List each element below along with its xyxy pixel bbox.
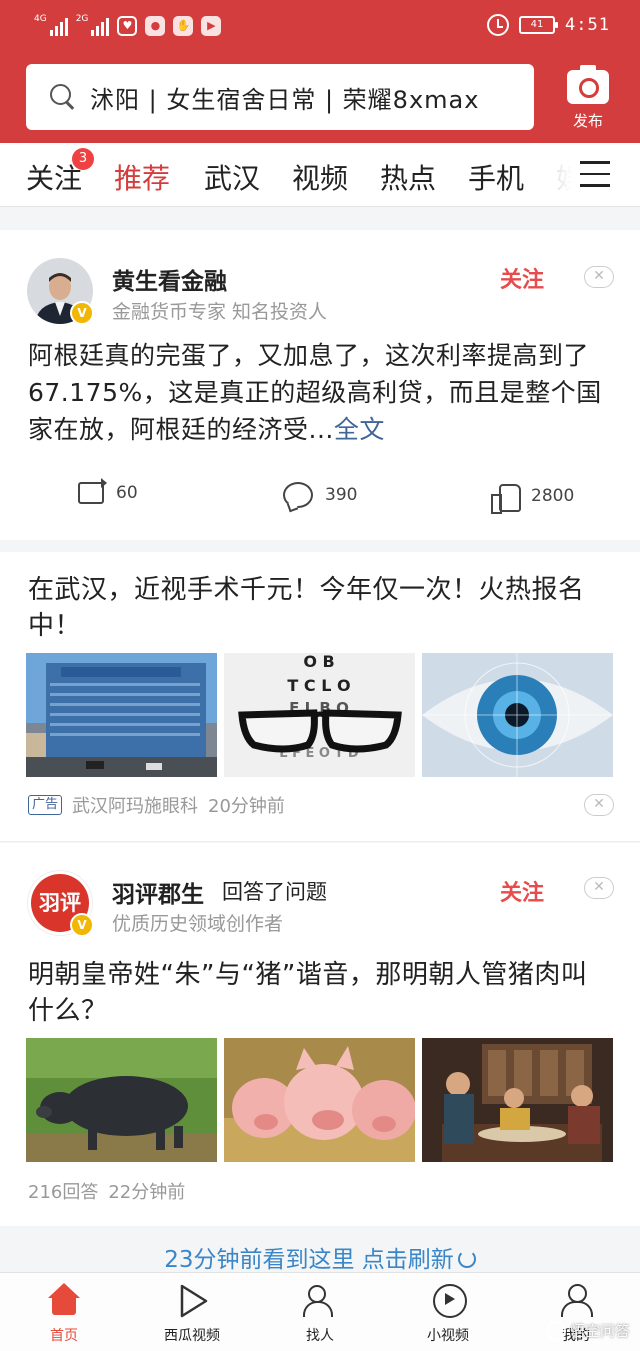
nav-label: 小视频 [427, 1328, 469, 1344]
piglets-image[interactable] [224, 1038, 415, 1162]
author-subtitle: 金融货币专家 知名投资人 [112, 301, 328, 323]
svg-text:O B: O B [303, 653, 334, 671]
ad-source[interactable]: 武汉阿玛施眼科 [72, 792, 198, 818]
profile-icon [558, 1283, 594, 1319]
follow-count-badge: 3 [72, 148, 94, 170]
author-subtitle: 优质历史领域创作者 [112, 913, 284, 935]
network-label-1: 4G [34, 14, 47, 24]
menu-icon[interactable] [580, 161, 612, 187]
tab-hot[interactable]: 热点 [380, 157, 436, 197]
feed-post-2[interactable]: 羽评 V 羽评郡生 回答了问题 优质历史领域创作者 关注 ✕ 明朝皇帝姓“朱”与… [0, 843, 640, 1226]
bottom-nav: 首页 西瓜视频 找人 小视频 我的 [0, 1272, 640, 1351]
post-body: 阿根廷真的完蛋了，又加息了，这次利率提高到了67.175%，这是真正的超级高利贷… [28, 341, 602, 444]
ad-time: 20分钟前 [208, 796, 285, 817]
read-more-link[interactable]: 全文 [334, 415, 385, 444]
nav-home[interactable]: 首页 [9, 1273, 119, 1351]
like-button[interactable]: 2800 [491, 482, 575, 514]
feed-ad[interactable]: 在武汉，近视手术千元！今年仅一次！火热报名中！ O B T C L O E L … [0, 552, 640, 842]
battery-level: 41 [530, 19, 544, 30]
nav-find-people[interactable]: 找人 [265, 1273, 375, 1351]
repost-button[interactable]: 60 [78, 478, 138, 504]
network-label-2: 2G [75, 14, 89, 24]
publish-button[interactable]: 发布 [560, 65, 616, 132]
like-count: 2800 [531, 486, 575, 506]
signal-icon: 4G [34, 14, 68, 36]
eye-chart-glasses-image[interactable]: O B T C L O E L B O L F E O T D [224, 653, 415, 777]
answer-count: 216回答 [28, 1182, 99, 1203]
verified-icon: V [70, 913, 94, 937]
tab-wuhan[interactable]: 武汉 [204, 157, 260, 197]
short-video-icon [430, 1283, 467, 1319]
tab-phone[interactable]: 手机 [468, 157, 524, 197]
watermark: 悟空问答 [545, 1320, 630, 1341]
verified-icon: V [70, 301, 94, 325]
repost-count: 60 [116, 483, 138, 503]
ad-images: O B T C L O E L B O L F E O T D [26, 653, 614, 777]
search-query: 沭阳 | 女生宿舍日常 | 荣耀8xmax [90, 85, 480, 114]
comment-icon [283, 482, 313, 508]
post-actions: 60 390 2800 [0, 478, 640, 522]
tab-video[interactable]: 视频 [292, 157, 348, 197]
comment-button[interactable]: 390 [283, 482, 357, 508]
nav-short-video[interactable]: 小视频 [393, 1273, 503, 1351]
battery-icon: 41 [519, 16, 559, 34]
home-icon [46, 1283, 82, 1319]
comment-count: 390 [325, 485, 358, 505]
channel-tabs: 关注 推荐 武汉 视频 热点 手机 娱 [0, 143, 640, 207]
dismiss-icon[interactable]: ✕ [584, 877, 614, 899]
refresh-icon [457, 1250, 476, 1268]
hand-notification-icon: ✋ [173, 16, 194, 36]
repost-icon [78, 478, 107, 504]
people-icon [302, 1283, 338, 1319]
question-time: 22分钟前 [108, 1182, 186, 1203]
play-icon [174, 1283, 210, 1319]
tab-recommend[interactable]: 推荐 [114, 157, 170, 197]
author-action: 回答了问题 [222, 880, 327, 904]
wukong-logo-icon [545, 1320, 566, 1341]
signal-icon-2: 2G [76, 14, 110, 36]
thumbs-up-icon [491, 482, 521, 514]
svg-text:T C L O: T C L O [287, 676, 350, 695]
ming-dynasty-scene-image[interactable] [422, 1038, 613, 1162]
question-meta: 216回答 22分钟前 [28, 1178, 185, 1204]
alarm-icon [487, 14, 510, 36]
follow-button[interactable]: 关注 [500, 875, 544, 907]
video-notification-icon: ▶ [201, 16, 222, 36]
follow-button[interactable]: 关注 [500, 262, 544, 294]
post-text[interactable]: 阿根廷真的完蛋了，又加息了，这次利率提高到了67.175%，这是真正的超级高利贷… [28, 337, 612, 448]
author-name[interactable]: 黄生看金融 [112, 262, 227, 296]
health-icon: ♥ [117, 16, 138, 36]
search-input[interactable]: 沭阳 | 女生宿舍日常 | 荣耀8xmax [26, 64, 534, 130]
feed-post-1[interactable]: V 黄生看金融 金融货币专家 知名投资人 关注 ✕ 阿根廷真的完蛋了，又加息了，… [0, 230, 640, 540]
black-pig-image[interactable] [26, 1038, 217, 1162]
author-name[interactable]: 羽评郡生 [112, 875, 204, 909]
app-notification-icon: ● [145, 16, 166, 36]
ad-tag: 广告 [28, 795, 63, 815]
question-title[interactable]: 明朝皇帝姓“朱”与“猪”谐音，那明朝人管猪肉叫什么？ [28, 957, 612, 1029]
question-images [26, 1038, 614, 1162]
header: 4G 2G ♥ ● ✋ ▶ 41 4:51 沭阳 | 女生宿舍日常 | 荣耀8x… [0, 0, 640, 143]
eye-closeup-image[interactable] [422, 653, 613, 777]
watermark-text: 悟空问答 [569, 1322, 630, 1340]
hospital-building-image[interactable] [26, 653, 217, 777]
nav-label: 找人 [306, 1328, 334, 1344]
nav-label: 首页 [50, 1328, 78, 1344]
nav-label: 西瓜视频 [164, 1328, 220, 1344]
ad-title[interactable]: 在武汉，近视手术千元！今年仅一次！火热报名中！ [28, 572, 612, 644]
refresh-text: 23分钟前看到这里 点击刷新 [164, 1247, 454, 1273]
publish-label: 发布 [572, 112, 603, 130]
camera-icon [567, 65, 609, 104]
nav-xigua-video[interactable]: 西瓜视频 [137, 1273, 247, 1351]
ad-meta: 广告 武汉阿玛施眼科 20分钟前 [28, 792, 285, 818]
search-icon [50, 84, 76, 110]
status-bar: 4G 2G ♥ ● ✋ ▶ 41 4:51 [0, 0, 640, 52]
dismiss-icon[interactable]: ✕ [584, 266, 614, 288]
clock: 4:51 [565, 15, 610, 35]
dismiss-icon[interactable]: ✕ [584, 794, 614, 816]
